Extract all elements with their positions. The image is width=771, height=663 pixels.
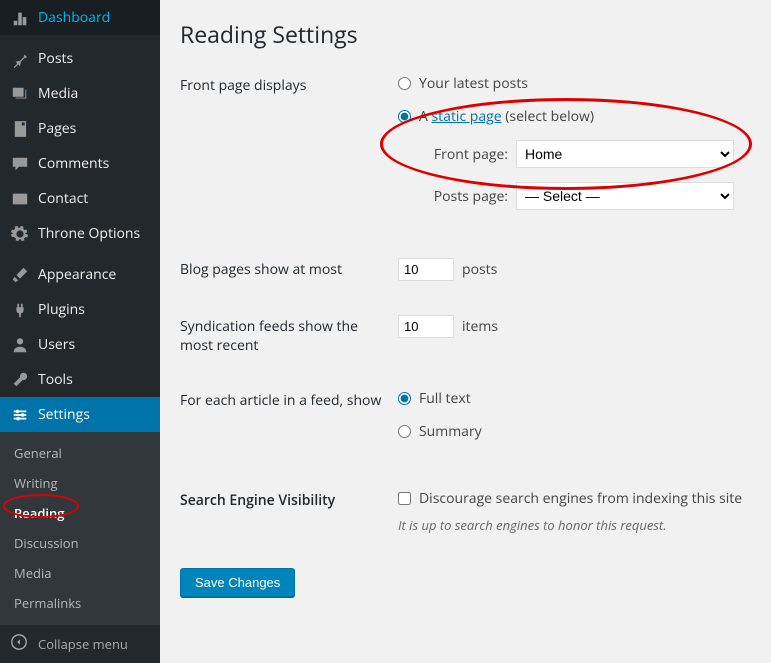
media-icon	[10, 85, 30, 103]
menu-item-dashboard[interactable]: Dashboard	[0, 0, 160, 35]
menu-item-tools[interactable]: Tools	[0, 362, 160, 397]
label-seo: Search Engine Visibility	[180, 489, 398, 510]
menu-item-throne-options[interactable]: Throne Options	[0, 216, 160, 251]
radio-summary-label: Summary	[419, 422, 482, 441]
submenu-item-permalinks[interactable]: Permalinks	[0, 588, 160, 618]
checkbox-discourage[interactable]	[398, 492, 411, 505]
dashboard-icon	[10, 9, 30, 27]
page-title: Reading Settings	[180, 18, 751, 50]
suffix-syndication: items	[462, 317, 498, 336]
menu-item-label: Contact	[38, 189, 88, 208]
page-icon	[10, 120, 30, 138]
menu-item-label: Plugins	[38, 300, 85, 319]
row-front-page-displays: Front page displays Your latest posts A …	[180, 74, 751, 224]
plug-icon	[10, 301, 30, 319]
menu-item-pages[interactable]: Pages	[0, 111, 160, 146]
row-seo: Search Engine Visibility Discourage sear…	[180, 489, 751, 534]
menu-item-label: Throne Options	[38, 224, 140, 243]
menu-item-label: Appearance	[38, 265, 116, 284]
submenu-item-discussion[interactable]: Discussion	[0, 528, 160, 558]
mail-icon	[10, 190, 30, 208]
posts-page-select[interactable]: — Select —	[516, 182, 734, 210]
posts-page-select-label: Posts page:	[422, 187, 508, 206]
menu-item-label: Settings	[38, 405, 90, 424]
front-page-select-label: Front page:	[422, 145, 508, 164]
menu-item-media[interactable]: Media	[0, 76, 160, 111]
menu-item-users[interactable]: Users	[0, 327, 160, 362]
suffix-blog-pages: posts	[462, 260, 497, 279]
menu-item-label: Dashboard	[38, 8, 110, 27]
menu-item-posts[interactable]: Posts	[0, 41, 160, 76]
menu-item-label: Pages	[38, 119, 76, 138]
collapse-label: Collapse menu	[38, 635, 128, 653]
menu-item-label: Users	[38, 335, 75, 354]
checkbox-discourage-label: Discourage search engines from indexing …	[419, 489, 742, 508]
content-area: Reading Settings Front page displays You…	[160, 0, 771, 663]
submenu-item-writing[interactable]: Writing	[0, 468, 160, 498]
row-syndication: Syndication feeds show the most recent i…	[180, 315, 751, 355]
wrench-icon	[10, 371, 30, 389]
radio-full-text[interactable]	[398, 392, 411, 405]
menu-item-label: Posts	[38, 49, 73, 68]
radio-static-page[interactable]	[398, 110, 411, 123]
menu-item-settings[interactable]: Settings	[0, 397, 160, 432]
sliders-icon	[10, 406, 30, 424]
comment-icon	[10, 155, 30, 173]
save-button[interactable]: Save Changes	[180, 568, 295, 597]
pin-icon	[10, 50, 30, 68]
collapse-menu[interactable]: Collapse menu	[0, 624, 160, 663]
brush-icon	[10, 266, 30, 284]
label-front-page: Front page displays	[180, 74, 398, 95]
radio-latest-posts[interactable]	[398, 77, 411, 90]
label-blog-pages: Blog pages show at most	[180, 258, 398, 279]
seo-description: It is up to search engines to honor this…	[398, 516, 751, 534]
row-feed: For each article in a feed, show Full te…	[180, 389, 751, 455]
menu-item-label: Comments	[38, 154, 109, 173]
menu-item-plugins[interactable]: Plugins	[0, 292, 160, 327]
collapse-icon	[10, 633, 30, 655]
gear-icon	[10, 225, 30, 243]
admin-sidebar: Dashboard Posts Media Pages Comments Contact T…	[0, 0, 160, 663]
submenu-item-media[interactable]: Media	[0, 558, 160, 588]
label-feed: For each article in a feed, show	[180, 389, 398, 410]
front-page-select[interactable]: Home	[516, 140, 734, 168]
menu-item-contact[interactable]: Contact	[0, 181, 160, 216]
menu-item-label: Tools	[38, 370, 73, 389]
static-page-link[interactable]: static page	[432, 107, 502, 126]
menu-item-label: Media	[38, 84, 78, 103]
row-blog-pages: Blog pages show at most posts	[180, 258, 751, 281]
user-icon	[10, 336, 30, 354]
menu-item-comments[interactable]: Comments	[0, 146, 160, 181]
radio-full-text-label: Full text	[419, 389, 471, 408]
radio-static-page-label: A static page (select below)	[419, 107, 594, 126]
radio-summary[interactable]	[398, 425, 411, 438]
input-syndication[interactable]	[398, 315, 454, 338]
submenu-item-general[interactable]: General	[0, 438, 160, 468]
submenu-item-reading[interactable]: Reading	[0, 498, 160, 528]
radio-latest-posts-label: Your latest posts	[419, 74, 528, 93]
label-syndication: Syndication feeds show the most recent	[180, 315, 398, 355]
input-blog-pages[interactable]	[398, 258, 454, 281]
menu-item-appearance[interactable]: Appearance	[0, 257, 160, 292]
